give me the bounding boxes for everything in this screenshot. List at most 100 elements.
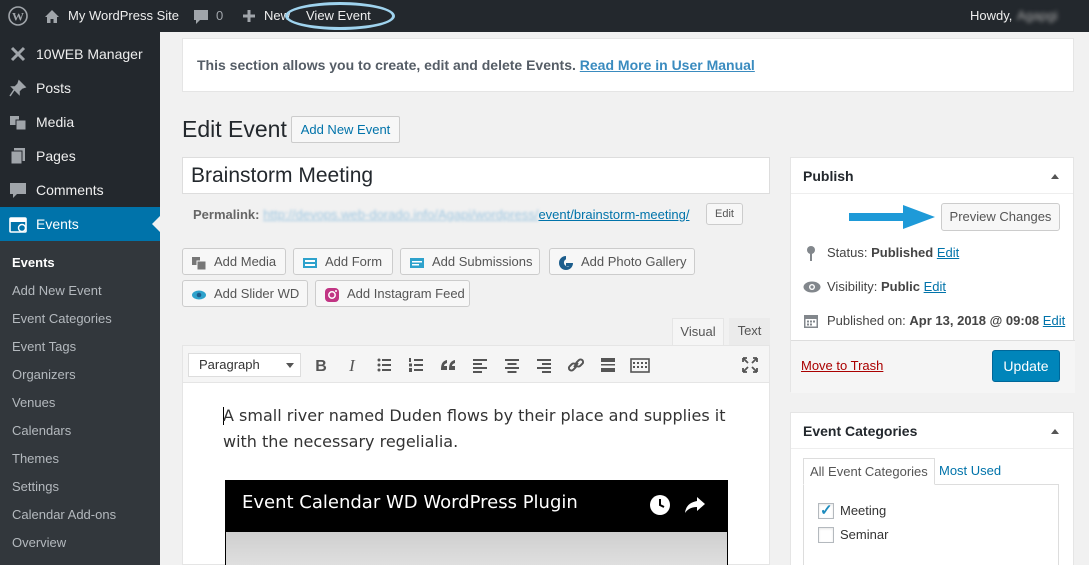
permalink-label: Permalink: (193, 207, 260, 222)
fullscreen-icon[interactable] (740, 355, 760, 375)
numbered-list-icon[interactable] (406, 355, 426, 375)
button-label: Add Submissions (432, 254, 533, 269)
add-instagram-feed-button[interactable]: Add Instagram Feed (315, 280, 470, 307)
blockquote-icon[interactable] (438, 355, 458, 375)
svg-text:I: I (348, 356, 356, 375)
add-submissions-button[interactable]: Add Submissions (400, 248, 540, 275)
svg-text:B: B (315, 358, 327, 375)
10web-icon (9, 45, 27, 63)
plus-icon[interactable] (241, 0, 257, 32)
submenu-events[interactable]: Events (12, 255, 55, 271)
align-right-icon[interactable] (534, 355, 554, 375)
publish-actions: Move to Trash Update (791, 340, 1075, 393)
event-categories-box: Event Categories All Event Categories Mo… (790, 412, 1074, 565)
add-media-button[interactable]: Add Media (182, 248, 286, 275)
collapse-arrow-icon[interactable] (1051, 429, 1059, 434)
submenu-organizers[interactable]: Organizers (12, 367, 76, 383)
event-categories-header[interactable]: Event Categories (791, 413, 1073, 449)
sidebar-item-10web[interactable]: 10WEB Manager (0, 37, 160, 71)
view-event-link[interactable]: View Event (306, 0, 371, 32)
sidebar-item-comments[interactable]: Comments (0, 173, 160, 207)
add-slider-wd-button[interactable]: Add Slider WD (182, 280, 308, 307)
read-more-icon[interactable] (598, 355, 618, 375)
howdy-label[interactable]: Howdy, (970, 0, 1012, 32)
wordpress-logo-icon[interactable]: W (8, 0, 28, 32)
tab-visual[interactable]: Visual (672, 318, 724, 345)
comments-icon[interactable] (192, 0, 210, 32)
move-to-trash-link[interactable]: Move to Trash (801, 358, 883, 373)
published-label: Published on: (827, 313, 906, 328)
seminar-checkbox[interactable] (818, 527, 834, 543)
event-categories-title: Event Categories (803, 423, 918, 439)
user-name[interactable]: Agapgi (1017, 0, 1057, 32)
button-label: Add Form (325, 254, 383, 269)
button-label: Add Instagram Feed (347, 286, 465, 301)
add-photo-gallery-button[interactable]: Add Photo Gallery (549, 248, 695, 275)
bold-icon[interactable]: B (311, 355, 331, 375)
button-label: Add Slider WD (214, 286, 300, 301)
meeting-checkbox[interactable]: ✓ (818, 502, 834, 519)
submenu-calendar-addons[interactable]: Calendar Add-ons (12, 507, 116, 523)
embedded-video[interactable]: Event Calendar WD WordPress Plugin (225, 480, 728, 565)
editor-paragraph[interactable]: A small river named Duden flows by their… (223, 403, 733, 455)
submenu-settings[interactable]: Settings (12, 479, 59, 495)
svg-text:W: W (12, 10, 24, 24)
post-title-input[interactable] (182, 157, 770, 194)
align-left-icon[interactable] (470, 355, 490, 375)
format-select-value: Paragraph (199, 357, 260, 372)
tab-most-used[interactable]: Most Used (933, 458, 1007, 485)
align-center-icon[interactable] (502, 355, 522, 375)
chevron-down-icon (286, 363, 294, 368)
toolbar-toggle-icon[interactable] (630, 355, 650, 375)
eye-icon (803, 279, 821, 295)
site-name-link[interactable]: My WordPress Site (68, 0, 179, 32)
edit-slug-button[interactable]: Edit (706, 203, 743, 225)
format-select[interactable]: Paragraph (188, 353, 301, 377)
watch-later-clock-icon[interactable] (649, 494, 671, 519)
update-button[interactable]: Update (992, 350, 1060, 382)
calendar-icon (9, 215, 27, 233)
tab-text[interactable]: Text (729, 318, 770, 345)
instagram-icon (324, 286, 340, 302)
add-new-event-button[interactable]: Add New Event (291, 116, 400, 143)
permalink-base-url[interactable]: http://devops.web-dorado.info/Agapi/word… (263, 207, 538, 222)
submenu-calendars[interactable]: Calendars (12, 423, 71, 439)
link-icon[interactable] (566, 355, 586, 375)
media-icon (9, 113, 27, 131)
italic-icon[interactable]: I (342, 355, 362, 375)
visibility-value: Public (880, 279, 920, 294)
submenu-event-categories[interactable]: Event Categories (12, 311, 112, 327)
submenu-themes[interactable]: Themes (12, 451, 59, 467)
collapse-arrow-icon[interactable] (1051, 174, 1059, 179)
visibility-edit-link[interactable]: Edit (924, 279, 946, 294)
sidebar-item-media[interactable]: Media (0, 105, 160, 139)
preview-changes-button[interactable]: Preview Changes (941, 203, 1060, 231)
user-manual-link[interactable]: Read More in User Manual (580, 57, 755, 73)
submenu-overview[interactable]: Overview (12, 535, 66, 551)
status-edit-link[interactable]: Edit (937, 245, 959, 260)
tab-all-event-categories[interactable]: All Event Categories (803, 458, 935, 485)
add-form-button[interactable]: Add Form (293, 248, 393, 275)
video-frame (226, 532, 727, 565)
sidebar-item-label: Media (36, 114, 75, 130)
submenu-add-new-event[interactable]: Add New Event (12, 283, 102, 299)
home-icon[interactable] (43, 0, 61, 32)
sidebar-item-posts[interactable]: Posts (0, 71, 160, 105)
bullet-list-icon[interactable] (374, 355, 394, 375)
comments-count[interactable]: 0 (216, 0, 223, 32)
sidebar-item-pages[interactable]: Pages (0, 139, 160, 173)
pin-icon (803, 245, 819, 261)
publish-box-header[interactable]: Publish (791, 158, 1073, 194)
submenu-venues[interactable]: Venues (12, 395, 55, 411)
editor-content-area[interactable]: A small river named Duden flows by their… (182, 383, 770, 565)
permalink-slug[interactable]: event/brainstorm-meeting/ (538, 207, 689, 222)
sidebar-item-label: Events (36, 216, 79, 232)
share-arrow-icon[interactable] (684, 495, 706, 518)
published-edit-link[interactable]: Edit (1043, 313, 1065, 328)
media-icon (191, 254, 207, 271)
notice-text: This section allows you to create, edit … (197, 57, 755, 73)
submenu-event-tags[interactable]: Event Tags (12, 339, 76, 355)
sidebar-item-label: Comments (36, 182, 104, 198)
sidebar-item-events[interactable]: Events (0, 207, 160, 241)
info-notice: This section allows you to create, edit … (182, 38, 1074, 92)
